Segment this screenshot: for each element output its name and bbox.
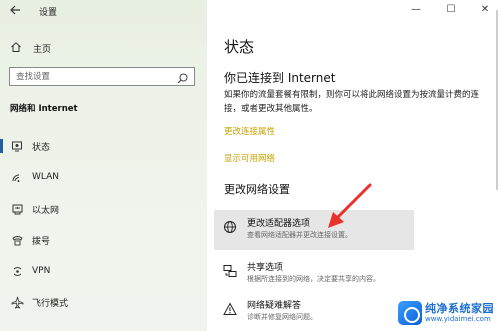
sidebar-item-label: 状态 — [32, 142, 51, 153]
change-network-settings-heading: 更改网络设置 — [224, 183, 290, 196]
option-subtitle: 查看网络适配器并更改连接设置。 — [247, 231, 352, 239]
watermark: 纯净系统家园 www.yidaimei.com — [398, 299, 496, 327]
search-icon[interactable] — [176, 70, 189, 84]
close-button[interactable]: ✕ — [477, 4, 493, 15]
active-indicator — [0, 139, 3, 153]
option-title: 更改适配器选项 — [247, 219, 311, 229]
scrollbar[interactable] — [496, 10, 498, 190]
connected-description: 如果你的流量套餐有限制，则你可以将此网络设置为按流量计费的连接，或者更改其他属性… — [224, 90, 480, 114]
option-subtitle: 诊断并修复网络问题。 — [247, 313, 317, 321]
sharing-icon — [223, 263, 237, 277]
sidebar-section-title: 网络和 Internet — [10, 104, 78, 114]
sidebar-item-label: WLAN — [32, 172, 60, 182]
title-bar: 设置 — [0, 0, 207, 24]
sidebar-item-wlan[interactable]: WLAN — [0, 164, 207, 190]
home-icon — [10, 41, 24, 56]
indicator-slot — [0, 202, 3, 216]
sidebar-item-status[interactable]: 状态 — [0, 133, 207, 159]
sidebar-item-label: 拨号 — [32, 236, 51, 247]
network-troubleshooter[interactable]: 网络疑难解答 诊断并修复网络问题。 — [214, 292, 414, 331]
change-connection-properties-link[interactable]: 更改连接属性 — [224, 125, 275, 137]
indicator-slot — [0, 295, 3, 309]
sidebar-item-label: 飞行模式 — [32, 298, 69, 309]
sidebar-item-ethernet[interactable]: 以太网 — [0, 196, 207, 222]
indicator-slot — [0, 170, 3, 184]
connected-heading: 你已连接到 Internet — [224, 71, 336, 85]
page-title: 状态 — [224, 38, 255, 56]
maximize-button[interactable]: ☐ — [443, 4, 459, 15]
back-arrow-icon — [10, 5, 20, 15]
indicator-slot — [0, 233, 3, 247]
ethernet-icon — [10, 202, 24, 216]
main-content: — ☐ ✕ 状态 你已连接到 Internet 如果你的流量套餐有限制，则你可以… — [207, 0, 500, 331]
home-label: 主页 — [33, 44, 52, 55]
watermark-logo-icon — [398, 301, 422, 325]
sidebar-item-vpn[interactable]: VPN — [0, 258, 207, 284]
option-title: 网络疑难解答 — [247, 301, 302, 311]
wifi-icon — [10, 170, 24, 184]
option-subtitle: 根据所连接到的网络，决定要共享的内容。 — [247, 275, 380, 283]
indicator-slot — [0, 264, 3, 278]
back-button[interactable] — [8, 3, 26, 21]
app-title: 设置 — [39, 8, 58, 18]
sidebar-item-label: 以太网 — [32, 205, 60, 216]
sidebar-item-dialup[interactable]: 拨号 — [0, 227, 207, 253]
watermark-title: 纯净系统家园 — [425, 302, 494, 315]
option-title: 共享选项 — [247, 263, 284, 273]
warning-icon — [223, 301, 237, 315]
minimize-button[interactable]: — — [408, 4, 424, 15]
sharing-options[interactable]: 共享选项 根据所连接到的网络，决定要共享的内容。 — [214, 254, 414, 294]
status-icon — [10, 139, 24, 153]
sidebar-item-home[interactable]: 主页 — [10, 40, 51, 56]
vpn-icon — [10, 264, 24, 278]
sidebar-item-airplane[interactable]: 飞行模式 — [0, 289, 207, 315]
sidebar: 设置 主页 网络和 Internet 状态 — [0, 0, 207, 331]
search-box[interactable] — [9, 67, 195, 86]
show-available-networks-link[interactable]: 显示可用网络 — [224, 152, 275, 164]
dialup-icon — [10, 233, 24, 247]
airplane-icon — [10, 295, 24, 309]
change-adapter-options[interactable]: 更改适配器选项 查看网络适配器并更改连接设置。 — [214, 210, 414, 250]
adapter-globe-icon — [223, 219, 237, 233]
sidebar-item-label: VPN — [32, 266, 51, 276]
watermark-url: www.yidaimei.com — [425, 315, 491, 323]
search-input[interactable] — [16, 70, 166, 83]
